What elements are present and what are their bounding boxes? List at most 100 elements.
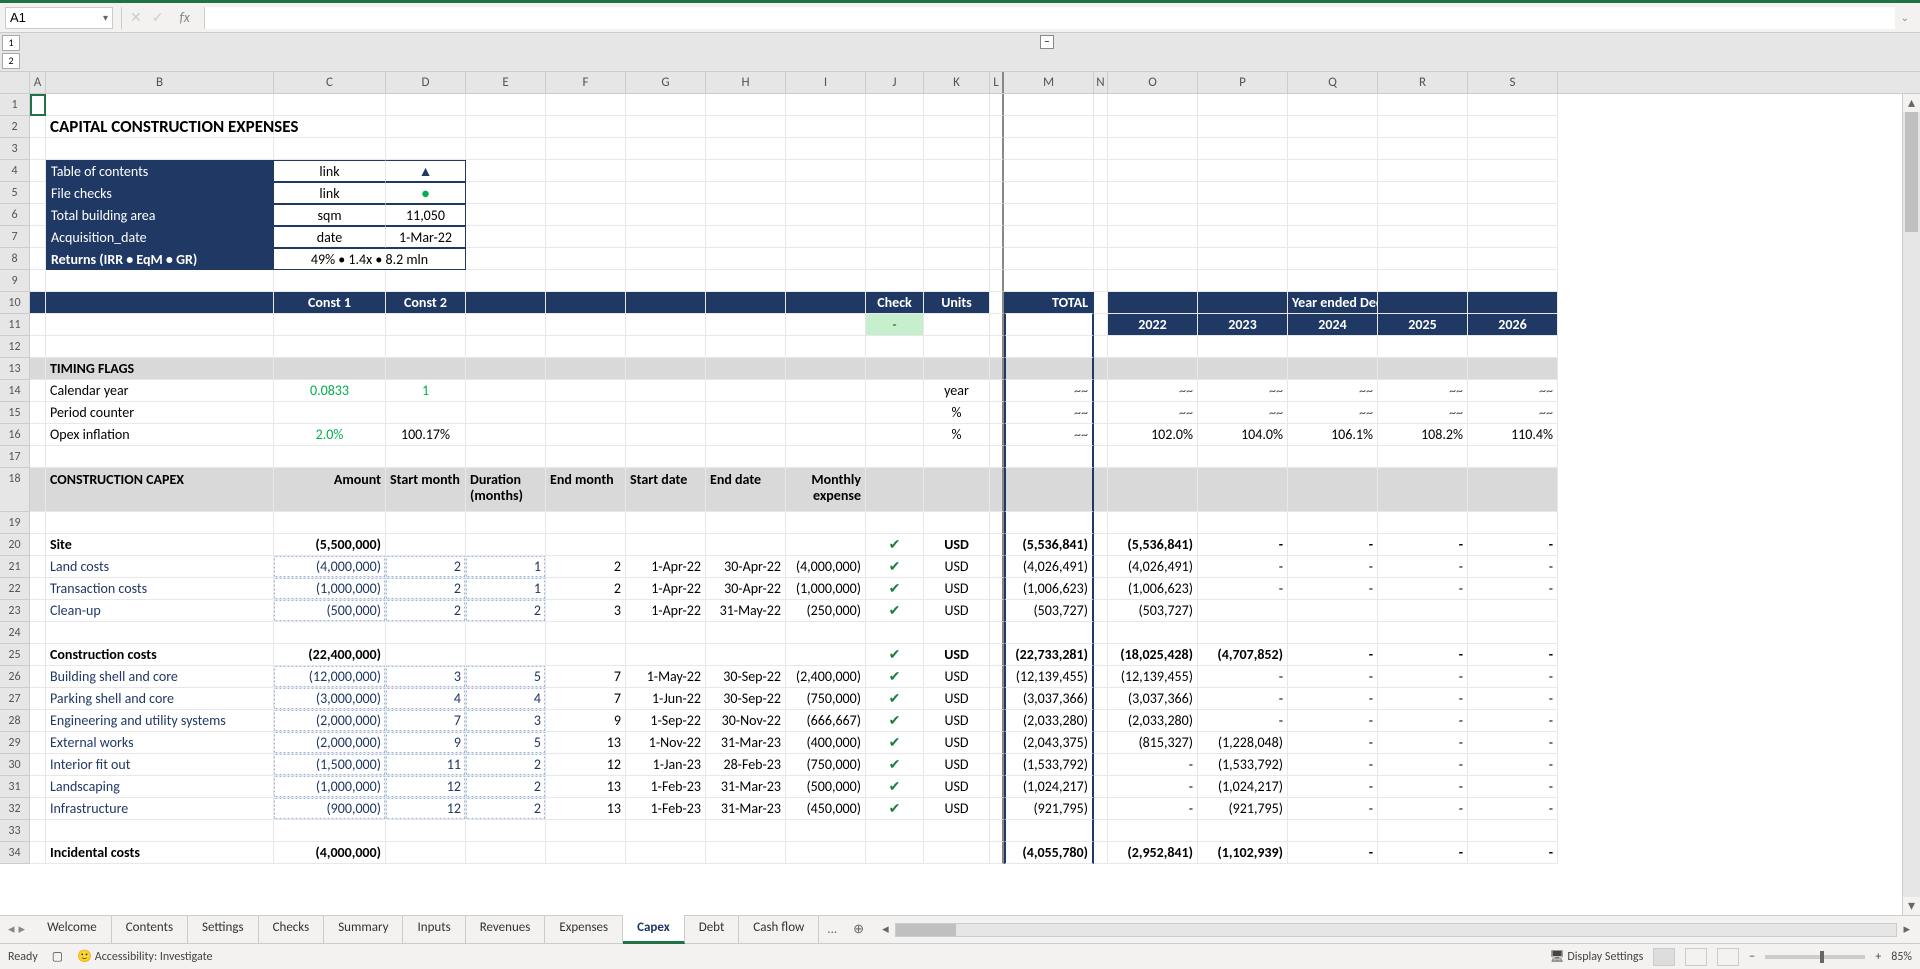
- cell[interactable]: [46, 94, 274, 116]
- tab-nav-next-icon[interactable]: ▸: [19, 922, 26, 937]
- cell[interactable]: Check: [866, 292, 924, 314]
- cell[interactable]: [386, 314, 466, 336]
- cell[interactable]: 11,050: [386, 204, 466, 226]
- cell[interactable]: Total building area: [46, 204, 274, 226]
- cell[interactable]: Table of contents: [46, 160, 274, 182]
- cell[interactable]: [274, 94, 386, 116]
- cell[interactable]: [990, 798, 1004, 820]
- cell[interactable]: [1094, 270, 1108, 292]
- cell[interactable]: [706, 270, 786, 292]
- cell[interactable]: [990, 292, 1004, 314]
- cell[interactable]: TIMING FLAGS: [46, 358, 274, 380]
- cell[interactable]: 2025: [1378, 314, 1468, 336]
- cell[interactable]: 13: [546, 798, 626, 820]
- grid[interactable]: A B C D E F G H I J K L M N O P Q R S 1 …: [0, 72, 1920, 915]
- cell[interactable]: 1-Feb-23: [626, 798, 706, 820]
- cell[interactable]: 110.4%: [1468, 424, 1558, 446]
- cell[interactable]: 2: [466, 754, 546, 776]
- cell[interactable]: [866, 468, 924, 512]
- zoom-slider[interactable]: [1765, 955, 1865, 959]
- cell[interactable]: (400,000): [786, 732, 866, 754]
- cell[interactable]: [30, 160, 46, 182]
- cell[interactable]: [786, 94, 866, 116]
- cell[interactable]: [1198, 336, 1288, 358]
- cell[interactable]: [1468, 336, 1558, 358]
- cell[interactable]: [1094, 644, 1108, 666]
- cell[interactable]: 5: [466, 732, 546, 754]
- cell[interactable]: [274, 820, 386, 842]
- cell[interactable]: [706, 402, 786, 424]
- cell[interactable]: ~~: [1108, 380, 1198, 402]
- hscroll-left-icon[interactable]: ◂: [878, 922, 893, 937]
- cell[interactable]: 0.0833: [274, 380, 386, 402]
- cell[interactable]: [1004, 226, 1094, 248]
- cell[interactable]: -: [1288, 556, 1378, 578]
- cell[interactable]: [866, 402, 924, 424]
- cell[interactable]: [1288, 248, 1378, 270]
- cell[interactable]: 7: [546, 688, 626, 710]
- cell[interactable]: 28-Feb-23: [706, 754, 786, 776]
- cell[interactable]: ✔: [866, 754, 924, 776]
- cell[interactable]: ~~: [1378, 380, 1468, 402]
- cell[interactable]: [466, 512, 546, 534]
- cell[interactable]: USD: [924, 798, 990, 820]
- cell[interactable]: 1-Jan-23: [626, 754, 706, 776]
- cell[interactable]: (921,795): [1198, 798, 1288, 820]
- cell[interactable]: [546, 138, 626, 160]
- row-header[interactable]: 20: [0, 534, 30, 556]
- cell[interactable]: [990, 556, 1004, 578]
- cell[interactable]: [1198, 182, 1288, 204]
- cell[interactable]: 13: [546, 732, 626, 754]
- col-header[interactable]: G: [626, 72, 706, 93]
- cell[interactable]: [1468, 270, 1558, 292]
- cell[interactable]: (1,000,000): [786, 578, 866, 600]
- cell[interactable]: [30, 402, 46, 424]
- cell[interactable]: [924, 842, 990, 864]
- cell[interactable]: [1198, 446, 1288, 468]
- cell[interactable]: ✔: [866, 666, 924, 688]
- cell[interactable]: 4: [466, 688, 546, 710]
- cell[interactable]: [626, 182, 706, 204]
- cell[interactable]: (1,024,217): [1004, 776, 1094, 798]
- cell[interactable]: (2,033,280): [1108, 710, 1198, 732]
- cell[interactable]: [1198, 622, 1288, 644]
- cell[interactable]: [1288, 204, 1378, 226]
- cell[interactable]: -: [1468, 688, 1558, 710]
- row-header[interactable]: 4: [0, 160, 30, 182]
- cell[interactable]: [626, 380, 706, 402]
- row-header[interactable]: 25: [0, 644, 30, 666]
- cell[interactable]: [1108, 292, 1198, 314]
- cell[interactable]: 102.0%: [1108, 424, 1198, 446]
- cell[interactable]: End month: [546, 468, 626, 512]
- cell[interactable]: (815,327): [1108, 732, 1198, 754]
- cell[interactable]: ✔: [866, 534, 924, 556]
- cell[interactable]: (450,000): [786, 798, 866, 820]
- cell[interactable]: Landscaping: [46, 776, 274, 798]
- cell[interactable]: [466, 248, 546, 270]
- cell[interactable]: [626, 446, 706, 468]
- cell[interactable]: Year ended December 31: [1288, 292, 1378, 314]
- cell[interactable]: 9: [386, 732, 466, 754]
- cell[interactable]: [30, 710, 46, 732]
- cell[interactable]: [1378, 358, 1468, 380]
- cell[interactable]: [706, 226, 786, 248]
- cell[interactable]: [1378, 270, 1468, 292]
- cell[interactable]: 12: [386, 798, 466, 820]
- cell[interactable]: [30, 424, 46, 446]
- cell[interactable]: [1108, 358, 1198, 380]
- cell[interactable]: [1288, 160, 1378, 182]
- cell[interactable]: [466, 160, 546, 182]
- cell[interactable]: -: [1468, 644, 1558, 666]
- cell[interactable]: ~~: [1378, 402, 1468, 424]
- cell[interactable]: (750,000): [786, 754, 866, 776]
- cell[interactable]: -: [1378, 710, 1468, 732]
- cell[interactable]: [30, 512, 46, 534]
- cell[interactable]: [274, 138, 386, 160]
- cell[interactable]: -: [1108, 754, 1198, 776]
- cell[interactable]: [1108, 468, 1198, 512]
- cell[interactable]: (4,000,000): [274, 842, 386, 864]
- cell[interactable]: [274, 512, 386, 534]
- cell[interactable]: [866, 94, 924, 116]
- cell[interactable]: [1198, 270, 1288, 292]
- cell[interactable]: [466, 380, 546, 402]
